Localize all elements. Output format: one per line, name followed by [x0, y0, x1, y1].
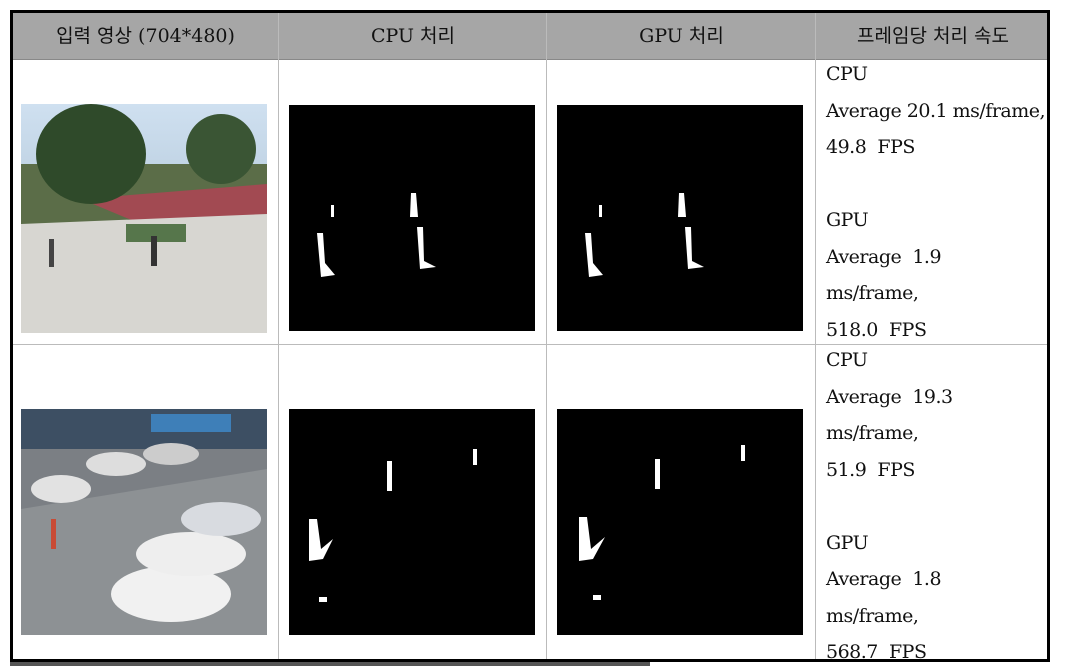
cpu-average: Average 20.1 ms/frame,: [826, 99, 1046, 122]
cpu-fps: 51.9 FPS: [826, 458, 915, 481]
cpu-ms: ms/frame,: [826, 422, 919, 444]
divider: [815, 13, 816, 659]
cpu-average: Average 19.3: [826, 385, 953, 408]
header-cpu: CPU 처리: [370, 25, 455, 47]
cpu-fps: 49.8 FPS: [826, 136, 915, 158]
cpu-output-frame-1: [289, 105, 535, 331]
gpu-output-frame-1: [557, 105, 803, 331]
speed-cell-row-2: CPU Average 19.3 ms/frame, 51.9 FPS GPU …: [826, 342, 953, 671]
gpu-label: GPU: [826, 531, 869, 554]
gpu-fps: 568.7 FPS: [826, 641, 927, 663]
gpu-ms: ms/frame,: [826, 604, 919, 627]
input-frame-plaza: [21, 104, 267, 333]
header-input-video: 입력 영상 (704*480): [56, 25, 235, 47]
gpu-label: GPU: [826, 209, 869, 231]
speed-cell-row-1: CPU Average 20.1 ms/frame, 49.8 FPS GPU …: [826, 56, 1046, 348]
gpu-ms: ms/frame,: [826, 282, 919, 304]
gpu-output-frame-2: [557, 409, 803, 635]
gpu-average: Average 1.9: [826, 245, 942, 268]
cpu-label: CPU: [826, 63, 868, 85]
cpu-label: CPU: [826, 349, 868, 371]
cpu-output-frame-2: [289, 409, 535, 635]
header-speed: 프레임당 처리 속도: [857, 25, 1009, 47]
header-gpu: GPU 처리: [639, 25, 724, 47]
page-rule: [10, 662, 650, 666]
divider: [546, 13, 547, 659]
table-header: 입력 영상 (704*480) CPU 처리 GPU 처리 프레임당 처리 속도: [13, 13, 1047, 60]
results-table: 입력 영상 (704*480) CPU 처리 GPU 처리 프레임당 처리 속도: [10, 10, 1050, 663]
gpu-average: Average 1.8: [826, 568, 942, 590]
input-frame-parking: [21, 409, 267, 635]
divider: [278, 13, 279, 659]
